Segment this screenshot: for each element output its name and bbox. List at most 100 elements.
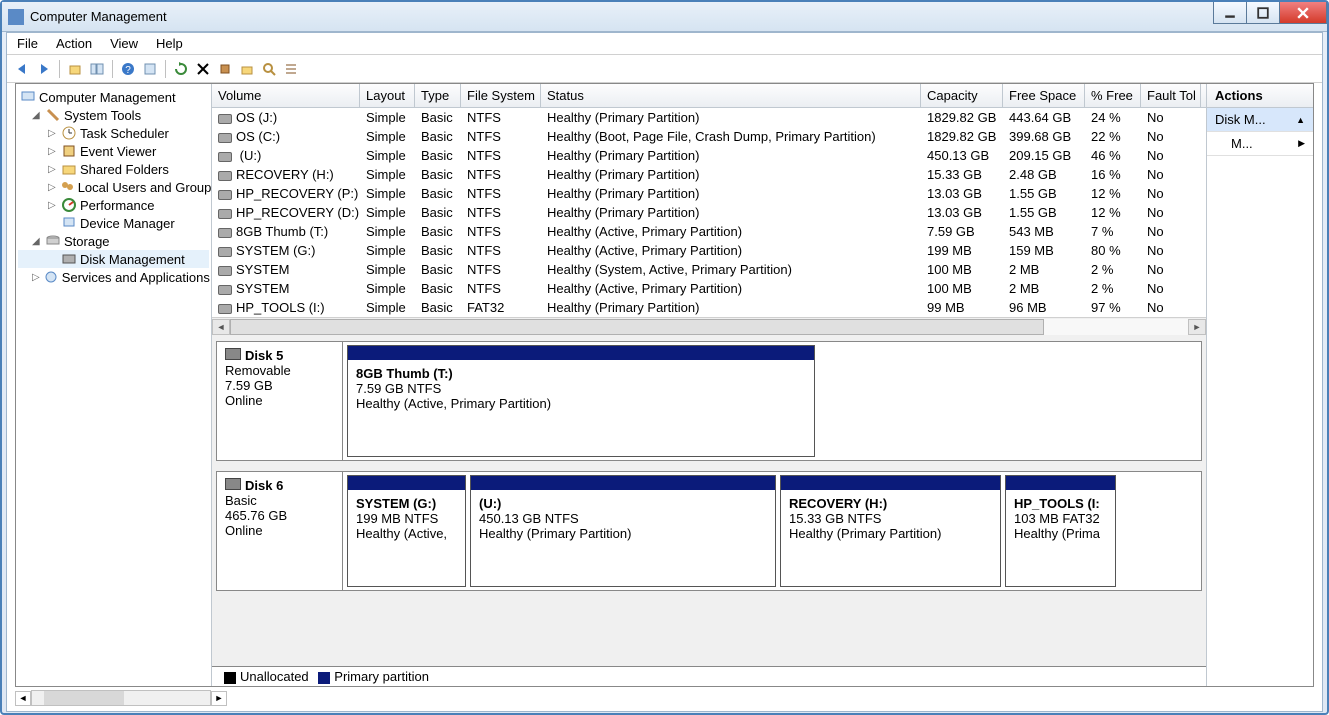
table-header[interactable]: Volume Layout Type File System Status Ca… — [212, 84, 1206, 108]
expand-icon[interactable]: ▷ — [48, 128, 58, 139]
maximize-button[interactable] — [1246, 2, 1280, 24]
table-row[interactable]: HP_RECOVERY (D:)SimpleBasicNTFSHealthy (… — [212, 203, 1206, 222]
expand-icon[interactable]: ▷ — [48, 200, 58, 211]
tree-storage[interactable]: ◢Storage — [18, 232, 209, 250]
partition[interactable]: RECOVERY (H:)15.33 GB NTFSHealthy (Prima… — [780, 475, 1001, 587]
scroll-right-icon[interactable]: ► — [211, 691, 227, 706]
table-row[interactable]: 8GB Thumb (T:)SimpleBasicNTFSHealthy (Ac… — [212, 222, 1206, 241]
volume-table[interactable]: Volume Layout Type File System Status Ca… — [212, 84, 1206, 317]
legend-unallocated-swatch — [224, 672, 236, 684]
services-icon — [43, 269, 59, 285]
more-arrow-icon[interactable]: ▶ — [1298, 138, 1305, 149]
col-faulttol[interactable]: Fault Tol — [1141, 84, 1201, 107]
refresh-icon[interactable] — [172, 60, 190, 78]
disk-graphical-view[interactable]: Disk 5Removable7.59 GBOnline8GB Thumb (T… — [212, 335, 1206, 666]
tree-local-users[interactable]: ▷Local Users and Groups — [18, 178, 209, 196]
volume-icon — [218, 285, 232, 295]
actions-disk-management[interactable]: Disk M... ▲ — [1207, 108, 1313, 132]
collapse-arrow-icon[interactable]: ▲ — [1296, 115, 1305, 125]
table-row[interactable]: HP_TOOLS (I:)SimpleBasicFAT32Healthy (Pr… — [212, 298, 1206, 317]
search-icon[interactable] — [260, 60, 278, 78]
back-button[interactable] — [13, 60, 31, 78]
close-button[interactable] — [1279, 2, 1327, 24]
up-folder-icon[interactable] — [66, 60, 84, 78]
tree-event-viewer[interactable]: ▷Event Viewer — [18, 142, 209, 160]
col-status[interactable]: Status — [541, 84, 921, 107]
title-bar[interactable]: Computer Management — [2, 2, 1327, 32]
expand-icon[interactable]: ▷ — [48, 164, 58, 175]
collapse-icon[interactable]: ◢ — [32, 236, 42, 247]
disk-header[interactable]: Disk 6Basic465.76 GBOnline — [217, 472, 343, 590]
volume-icon — [218, 114, 232, 124]
menu-help[interactable]: Help — [156, 36, 183, 51]
scroll-left-icon[interactable]: ◄ — [15, 691, 31, 706]
table-row[interactable]: OS (C:)SimpleBasicNTFSHealthy (Boot, Pag… — [212, 127, 1206, 146]
scroll-right-icon[interactable]: ► — [1188, 319, 1206, 335]
expand-icon[interactable]: ▷ — [48, 182, 56, 193]
tree-hscroll[interactable]: ◄ ► — [7, 689, 1322, 707]
delete-icon[interactable] — [194, 60, 212, 78]
disk-row[interactable]: Disk 5Removable7.59 GBOnline8GB Thumb (T… — [216, 341, 1202, 461]
partition[interactable]: HP_TOOLS (I:103 MB FAT32Healthy (Prima — [1005, 475, 1116, 587]
partition-cap — [471, 476, 775, 490]
actions-header: Actions — [1207, 84, 1313, 108]
table-row[interactable]: SYSTEM (G:)SimpleBasicNTFSHealthy (Activ… — [212, 241, 1206, 260]
window-title: Computer Management — [30, 9, 1321, 24]
performance-icon — [61, 197, 77, 213]
partition[interactable]: (U:)450.13 GB NTFSHealthy (Primary Parti… — [470, 475, 776, 587]
expand-icon[interactable]: ▷ — [48, 146, 58, 157]
tree-task-scheduler[interactable]: ▷Task Scheduler — [18, 124, 209, 142]
disk-header[interactable]: Disk 5Removable7.59 GBOnline — [217, 342, 343, 460]
col-layout[interactable]: Layout — [360, 84, 415, 107]
help-icon[interactable]: ? — [119, 60, 137, 78]
col-capacity[interactable]: Capacity — [921, 84, 1003, 107]
hscroll-thumb[interactable] — [230, 319, 1044, 335]
volume-icon — [218, 266, 232, 276]
tree-device-manager[interactable]: Device Manager — [18, 214, 209, 232]
table-row[interactable]: SYSTEMSimpleBasicNTFSHealthy (System, Ac… — [212, 260, 1206, 279]
expand-icon[interactable]: ▷ — [32, 272, 40, 283]
list-icon[interactable] — [282, 60, 300, 78]
disk-drive-icon — [225, 348, 241, 360]
col-freespace[interactable]: Free Space — [1003, 84, 1085, 107]
col-volume[interactable]: Volume — [212, 84, 360, 107]
partition[interactable]: 8GB Thumb (T:)7.59 GB NTFSHealthy (Activ… — [347, 345, 815, 457]
forward-button[interactable] — [35, 60, 53, 78]
tree-performance[interactable]: ▷Performance — [18, 196, 209, 214]
show-hide-tree-icon[interactable] — [88, 60, 106, 78]
menu-view[interactable]: View — [110, 36, 138, 51]
disk-row[interactable]: Disk 6Basic465.76 GBOnlineSYSTEM (G:)199… — [216, 471, 1202, 591]
navigation-tree[interactable]: Computer Management ◢System Tools ▷Task … — [16, 84, 212, 686]
col-filesystem[interactable]: File System — [461, 84, 541, 107]
partition-cap — [1006, 476, 1115, 490]
minimize-button[interactable] — [1213, 2, 1247, 24]
actions-pane: Actions Disk M... ▲ M... ▶ — [1207, 84, 1313, 686]
table-row[interactable]: SYSTEMSimpleBasicNTFSHealthy (Active, Pr… — [212, 279, 1206, 298]
disk-drive-icon — [225, 478, 241, 490]
tree-system-tools[interactable]: ◢System Tools — [18, 106, 209, 124]
actions-more[interactable]: M... ▶ — [1207, 132, 1313, 156]
table-hscroll[interactable]: ◄ ► — [212, 317, 1206, 335]
collapse-icon[interactable]: ◢ — [32, 110, 42, 121]
menu-action[interactable]: Action — [56, 36, 92, 51]
tree-disk-management[interactable]: Disk Management — [18, 250, 209, 268]
col-type[interactable]: Type — [415, 84, 461, 107]
partition-cap — [348, 346, 814, 360]
tree-shared-folders[interactable]: ▷Shared Folders — [18, 160, 209, 178]
tree-services[interactable]: ▷Services and Applications — [18, 268, 209, 286]
table-row[interactable]: HP_RECOVERY (P:)SimpleBasicNTFSHealthy (… — [212, 184, 1206, 203]
settings-icon[interactable] — [216, 60, 234, 78]
volume-icon — [218, 247, 232, 257]
action-icon[interactable] — [238, 60, 256, 78]
table-row[interactable]: (U:)SimpleBasicNTFSHealthy (Primary Part… — [212, 146, 1206, 165]
table-row[interactable]: OS (J:)SimpleBasicNTFSHealthy (Primary P… — [212, 108, 1206, 127]
scroll-left-icon[interactable]: ◄ — [212, 319, 230, 335]
partition[interactable]: SYSTEM (G:)199 MB NTFSHealthy (Active, — [347, 475, 466, 587]
disk-icon — [61, 251, 77, 267]
properties-icon[interactable] — [141, 60, 159, 78]
col-pctfree[interactable]: % Free — [1085, 84, 1141, 107]
table-row[interactable]: RECOVERY (H:)SimpleBasicNTFSHealthy (Pri… — [212, 165, 1206, 184]
menu-file[interactable]: File — [17, 36, 38, 51]
bottom-hscroll-thumb[interactable] — [44, 691, 124, 705]
tree-root[interactable]: Computer Management — [18, 88, 209, 106]
